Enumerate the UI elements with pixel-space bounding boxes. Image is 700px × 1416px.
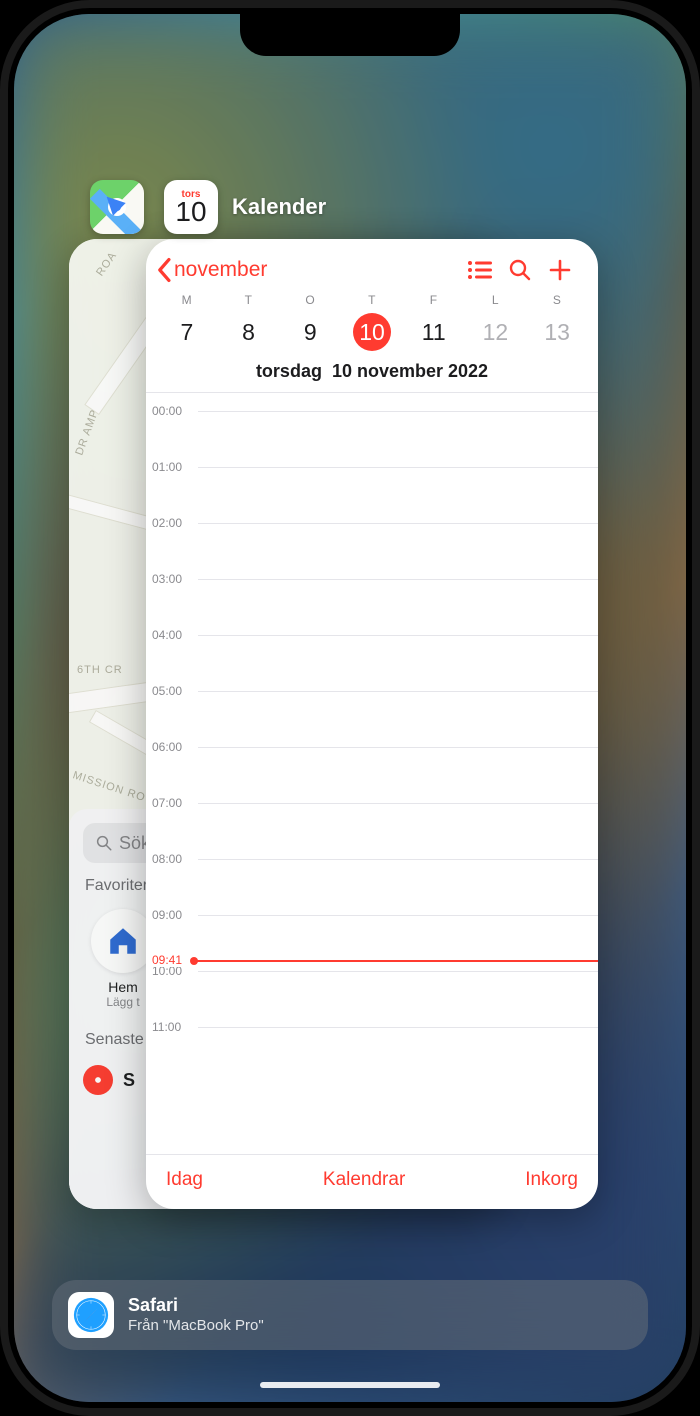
calendar-weekday-cell: O <box>279 293 341 307</box>
calendar-back-button[interactable]: november <box>156 257 267 283</box>
calendar-hour-row: 03:00 <box>146 579 598 635</box>
calendar-weekday-cell: L <box>465 293 527 307</box>
map-road-label: 6TH CR <box>77 664 123 676</box>
calendar-add-button[interactable] <box>540 258 580 282</box>
calendar-navbar: november <box>146 239 598 293</box>
iphone-frame: ROA DR AMP 6TH CR MISSION RO Sök Favorit… <box>0 0 700 1416</box>
calendar-today-button[interactable]: Idag <box>166 1169 203 1191</box>
calendar-weekday-cell: S <box>526 293 588 307</box>
home-indicator[interactable] <box>260 1382 440 1388</box>
handoff-app-name: Safari <box>128 1294 264 1317</box>
calendar-hour-label: 05:00 <box>152 684 182 698</box>
calendar-hour-row: 02:00 <box>146 523 598 579</box>
calendar-hour-row: 11:00 <box>146 1027 598 1083</box>
plus-icon <box>548 258 572 282</box>
calendar-hour-row: 01:00 <box>146 467 598 523</box>
screen: ROA DR AMP 6TH CR MISSION RO Sök Favorit… <box>14 14 686 1402</box>
calendar-back-label: november <box>174 258 267 282</box>
calendar-hour-label: 03:00 <box>152 572 182 586</box>
calendar-weekday-cell: T <box>218 293 280 307</box>
calendar-app-icon[interactable]: tors 10 <box>164 180 218 234</box>
app-switcher-header: tors 10 Kalender <box>164 180 326 234</box>
calendar-hour-row: 09:00 <box>146 915 598 971</box>
calendar-hour-label: 08:00 <box>152 852 182 866</box>
calendar-hour-label: 07:00 <box>152 796 182 810</box>
calendar-list-view-button[interactable] <box>460 260 500 280</box>
calendar-hour-label: 06:00 <box>152 740 182 754</box>
calendar-hour-label: 00:00 <box>152 404 182 418</box>
calendar-hour-row: 05:00 <box>146 691 598 747</box>
maps-recent-label: S <box>123 1070 135 1091</box>
calendar-day-cell[interactable]: 10 <box>341 313 403 351</box>
calendar-search-button[interactable] <box>500 258 540 282</box>
calendar-inbox-button[interactable]: Inkorg <box>525 1169 578 1191</box>
calendar-day-cell[interactable]: 9 <box>279 313 341 351</box>
map-road-label: DR AMP <box>73 408 101 457</box>
calendar-day-cell[interactable]: 12 <box>465 313 527 351</box>
calendar-hour-row: 06:00 <box>146 747 598 803</box>
calendar-day-cell[interactable]: 11 <box>403 313 465 351</box>
calendar-hour-row: 07:00 <box>146 803 598 859</box>
safari-icon <box>68 1292 114 1338</box>
calendar-calendars-button[interactable]: Kalendrar <box>323 1169 405 1191</box>
calendar-app-card[interactable]: november MTOTFLS 78910111 <box>146 239 598 1209</box>
map-road-label: ROA <box>94 250 119 279</box>
calendar-hour-label: 11:00 <box>152 1020 181 1034</box>
handoff-source: Från "MacBook Pro" <box>128 1317 264 1336</box>
calendar-now-label: 09:41 <box>152 953 184 967</box>
calendar-hour-row: 08:00 <box>146 859 598 915</box>
calendar-week-days: 78910111213 <box>146 307 598 361</box>
calendar-day-cell[interactable]: 13 <box>526 313 588 351</box>
calendar-weekday-cell: F <box>403 293 465 307</box>
maps-app-icon[interactable] <box>90 180 144 234</box>
calendar-date-title: torsdag 10 november 2022 <box>146 361 598 393</box>
calendar-hour-label: 01:00 <box>152 460 182 474</box>
calendar-timeline[interactable]: 00:0001:0002:0003:0004:0005:0006:0007:00… <box>146 393 598 1154</box>
chevron-left-icon <box>156 257 174 283</box>
calendar-hour-label: 02:00 <box>152 516 182 530</box>
calendar-hour-label: 04:00 <box>152 628 182 642</box>
map-road-label: MISSION RO <box>71 769 147 804</box>
calendar-hour-row: 10:00 <box>146 971 598 1027</box>
calendar-icon-day: 10 <box>175 198 206 226</box>
calendar-weekday-header: MTOTFLS <box>146 293 598 307</box>
calendar-hour-row: 00:00 <box>146 411 598 467</box>
calendar-day-cell[interactable]: 8 <box>218 313 280 351</box>
notch <box>240 14 460 56</box>
calendar-day-cell[interactable]: 7 <box>156 313 218 351</box>
pin-icon <box>83 1065 113 1095</box>
calendar-weekday-cell: T <box>341 293 403 307</box>
app-switcher-title: Kalender <box>232 194 326 220</box>
home-icon <box>106 924 140 958</box>
calendar-hour-label: 09:00 <box>152 908 182 922</box>
search-icon <box>508 258 532 282</box>
handoff-banner[interactable]: Safari Från "MacBook Pro" <box>52 1280 648 1350</box>
list-icon <box>467 260 493 280</box>
calendar-hour-row: 04:00 <box>146 635 598 691</box>
calendar-weekday-cell: M <box>156 293 218 307</box>
calendar-toolbar: Idag Kalendrar Inkorg <box>146 1154 598 1209</box>
search-icon <box>95 834 113 852</box>
